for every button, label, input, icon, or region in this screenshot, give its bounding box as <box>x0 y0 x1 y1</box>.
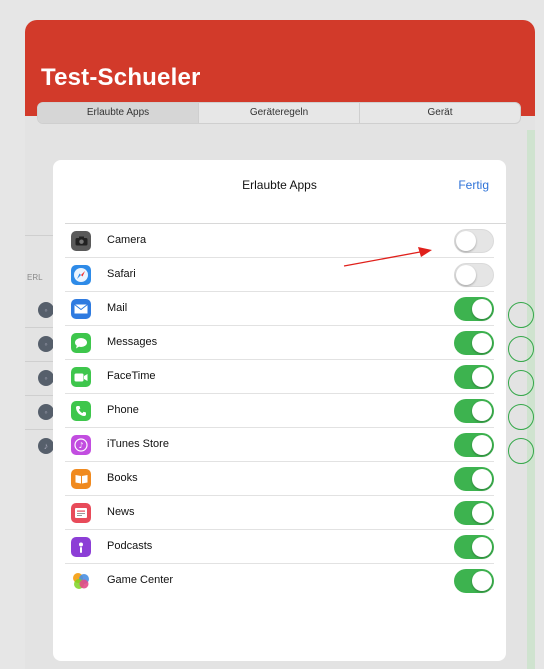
background-green-strip <box>527 130 535 669</box>
app-name: FaceTime <box>107 370 156 382</box>
news-icon <box>71 503 91 523</box>
red-arrow-annotation <box>343 247 432 267</box>
list-item: Podcasts <box>65 530 506 564</box>
phone-toggle[interactable] <box>454 399 494 423</box>
messages-toggle[interactable] <box>454 331 494 355</box>
app-name: Phone <box>107 404 139 416</box>
segmented-control: Erlaubte Apps Geräteregeln Gerät <box>37 102 521 124</box>
itunes-store-icon: ♪ <box>71 435 91 455</box>
game-center-icon <box>71 571 91 591</box>
background-app-icon: ◦ <box>38 336 54 352</box>
toggle-knob <box>472 503 492 523</box>
background-section-label: ERL <box>27 273 43 282</box>
background-app-icon: ♪ <box>38 438 54 454</box>
allowed-apps-modal: Erlaubte Apps Fertig Camera Safari Mail <box>53 160 506 661</box>
app-name: Messages <box>107 336 158 348</box>
background-toggle <box>508 336 534 362</box>
background-app-icon: ◦ <box>38 302 54 318</box>
camera-icon <box>71 231 91 251</box>
toggle-knob <box>472 571 492 591</box>
books-icon <box>71 469 91 489</box>
itunes-store-toggle[interactable] <box>454 433 494 457</box>
camera-toggle[interactable] <box>454 229 494 253</box>
podcasts-toggle[interactable] <box>454 535 494 559</box>
app-name: Game Center <box>107 574 174 586</box>
list-item: Game Center <box>65 564 506 598</box>
toggle-knob <box>472 435 492 455</box>
toggle-knob <box>472 537 492 557</box>
safari-icon <box>71 265 91 285</box>
mail-toggle[interactable] <box>454 297 494 321</box>
list-item: Messages <box>65 326 506 360</box>
list-item: FaceTime <box>65 360 506 394</box>
background-toggle <box>508 404 534 430</box>
app-name: News <box>107 506 135 518</box>
toggle-knob <box>472 367 492 387</box>
background-toggle <box>508 438 534 464</box>
background-app-icon: ◦ <box>38 370 54 386</box>
page-title: Test-Schueler <box>41 64 201 91</box>
news-toggle[interactable] <box>454 501 494 525</box>
phone-icon <box>71 401 91 421</box>
app-list: Camera Safari Mail Messages FaceTime Pho… <box>65 223 506 598</box>
list-item: News <box>65 496 506 530</box>
toggle-knob <box>472 469 492 489</box>
list-item: Books <box>65 462 506 496</box>
safari-toggle[interactable] <box>454 263 494 287</box>
toggle-knob <box>472 401 492 421</box>
list-item: Mail <box>65 292 506 326</box>
tab-device[interactable]: Gerät <box>360 103 520 123</box>
toggle-knob <box>472 299 492 319</box>
background-toggle <box>508 370 534 396</box>
app-name: iTunes Store <box>107 438 169 450</box>
messages-icon <box>71 333 91 353</box>
game-center-toggle[interactable] <box>454 569 494 593</box>
tab-device-rules[interactable]: Geräteregeln <box>199 103 360 123</box>
toggle-knob <box>456 265 476 285</box>
app-name: Safari <box>107 268 136 280</box>
list-item: Safari <box>65 258 506 292</box>
background-app-icon: ◦ <box>38 404 54 420</box>
list-item: Camera <box>65 224 506 258</box>
done-button[interactable]: Fertig <box>458 178 489 192</box>
toggle-knob <box>456 231 476 251</box>
background-toggle <box>508 302 534 328</box>
app-name: Mail <box>107 302 128 314</box>
svg-text:♪: ♪ <box>78 441 83 450</box>
facetime-icon <box>71 367 91 387</box>
mail-icon <box>71 299 91 319</box>
list-item: ♪ iTunes Store <box>65 428 506 462</box>
tab-allowed-apps[interactable]: Erlaubte Apps <box>38 103 199 123</box>
podcasts-icon <box>71 537 91 557</box>
facetime-toggle[interactable] <box>454 365 494 389</box>
books-toggle[interactable] <box>454 467 494 491</box>
list-item: Phone <box>65 394 506 428</box>
app-name: Podcasts <box>107 540 153 552</box>
modal-title: Erlaubte Apps <box>242 178 317 192</box>
toggle-knob <box>472 333 492 353</box>
app-name: Camera <box>107 234 147 246</box>
app-name: Books <box>107 472 138 484</box>
